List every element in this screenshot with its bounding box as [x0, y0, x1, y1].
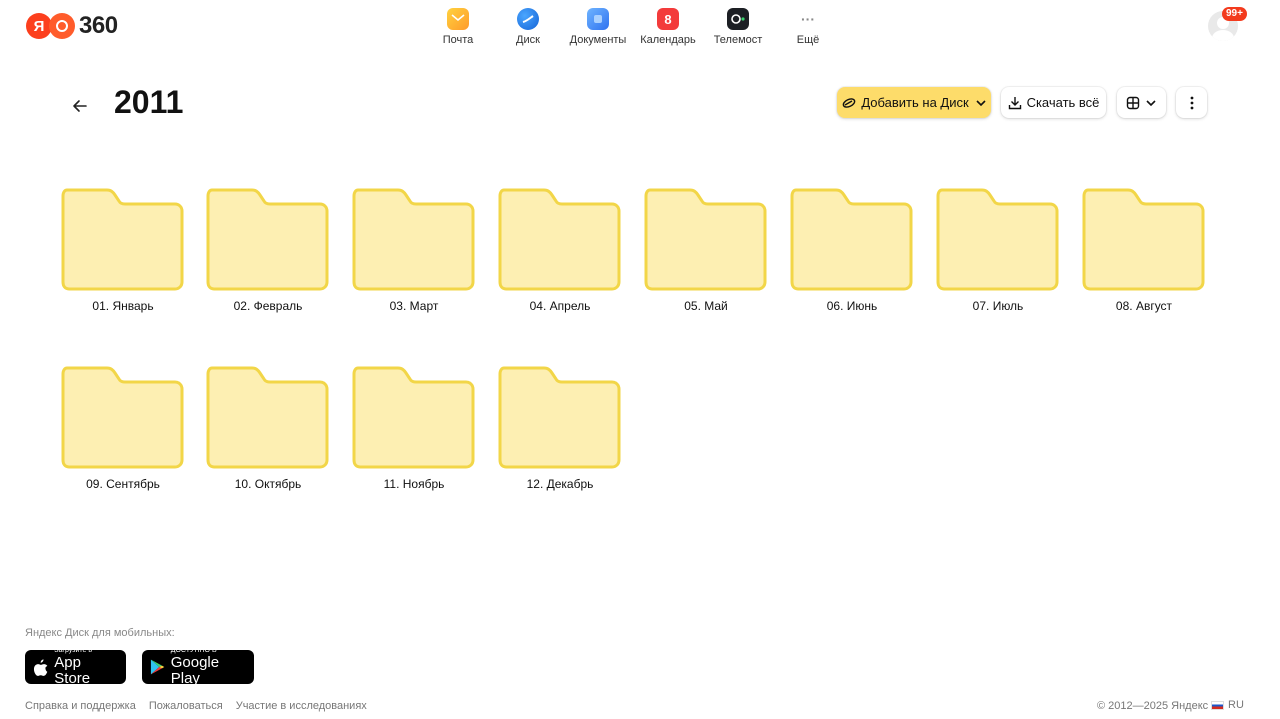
folder-name: 12. Декабрь: [526, 477, 594, 491]
folder-name: 01. Январь: [92, 299, 154, 313]
page-title: 2011: [114, 84, 184, 120]
google-play-icon: [150, 659, 165, 675]
folder-icon: [206, 366, 329, 469]
mobile-apps-label: Яндекс Диск для мобильных:: [25, 627, 175, 639]
service-label: Ещё: [796, 34, 820, 46]
folder-icon: [644, 188, 767, 291]
service-label: Документы: [569, 34, 627, 46]
folder-icon: [352, 366, 475, 469]
folder-icon: [498, 366, 621, 469]
documents-icon: [587, 8, 609, 30]
download-icon: [1008, 96, 1021, 109]
folder-item[interactable]: 01. Январь: [61, 188, 185, 313]
service-telemost[interactable]: Телемост: [703, 8, 773, 46]
notifications-badge[interactable]: 99+: [1222, 7, 1247, 21]
folder-name: 06. Июнь: [826, 299, 878, 313]
folder-icon: [498, 188, 621, 291]
google-play-big-text: Google Play: [170, 654, 220, 687]
calendar-icon: 8: [657, 8, 679, 30]
service-documents[interactable]: Документы: [563, 8, 633, 46]
folder-item[interactable]: 12. Декабрь: [498, 366, 622, 491]
language-label: RU: [1228, 699, 1244, 711]
folder-icon: [352, 188, 475, 291]
footer-links: Справка и поддержка Пожаловаться Участие…: [25, 700, 380, 712]
add-to-disk-button[interactable]: Добавить на Диск: [837, 87, 991, 118]
folder-name: 11. Ноябрь: [383, 477, 445, 491]
apple-icon: [33, 658, 48, 676]
download-all-label: Скачать всё: [1026, 95, 1100, 110]
folder-name: 04. Апрель: [529, 299, 591, 313]
logo-disk-mark: [49, 13, 75, 39]
folder-name: 09. Сентябрь: [86, 477, 160, 491]
language-switcher[interactable]: RU: [1211, 699, 1244, 711]
avatar-body-shape: [1212, 30, 1234, 41]
report-link[interactable]: Пожаловаться: [149, 700, 223, 712]
kebab-menu-icon: [1190, 96, 1193, 109]
folder-name: 05. Май: [684, 299, 728, 313]
folder-item[interactable]: 06. Июнь: [790, 188, 914, 313]
copyright-text: © 2012—2025 Яндекс: [1097, 700, 1209, 712]
service-label: Телемост: [713, 34, 763, 46]
services-bar: Почта Диск Документы 8 Календарь Телемос…: [423, 8, 843, 46]
service-label: Почта: [442, 34, 474, 46]
folder-name: 03. Март: [389, 299, 439, 313]
service-calendar[interactable]: 8 Календарь: [633, 8, 703, 46]
back-arrow-icon[interactable]: [68, 94, 92, 118]
app-store-button[interactable]: Загрузите в App Store: [25, 647, 126, 687]
grid-view-icon: [1126, 96, 1140, 109]
folder-icon: [61, 188, 184, 291]
folder-name: 02. Февраль: [233, 299, 303, 313]
add-to-disk-label: Добавить на Диск: [861, 95, 969, 110]
folder-item[interactable]: 03. Март: [352, 188, 476, 313]
telemost-icon: [727, 8, 749, 30]
folder-name: 10. Октябрь: [234, 477, 302, 491]
folder-icon: [1082, 188, 1205, 291]
folder-icon: [206, 188, 329, 291]
more-icon: ···: [801, 11, 815, 27]
folder-item[interactable]: 11. Ноябрь: [352, 366, 476, 491]
download-all-button[interactable]: Скачать всё: [1001, 87, 1106, 118]
chevron-down-icon: [1146, 99, 1156, 106]
chevron-down-icon: [976, 99, 986, 106]
google-play-text: ДОСТУПНО В Google Play: [171, 647, 246, 687]
service-label: Календарь: [640, 34, 696, 46]
folder-item[interactable]: 02. Февраль: [206, 188, 330, 313]
help-link[interactable]: Справка и поддержка: [25, 700, 136, 712]
folder-name: 08. Август: [1115, 299, 1173, 313]
service-mail[interactable]: Почта: [423, 8, 493, 46]
folder-item[interactable]: 09. Сентябрь: [61, 366, 185, 491]
more-actions-button[interactable]: [1176, 87, 1207, 118]
app-store-big-text: App Store: [54, 654, 91, 687]
folder-name: 07. Июль: [972, 299, 1024, 313]
folder-icon: [790, 188, 913, 291]
research-link[interactable]: Участие в исследованиях: [236, 700, 367, 712]
yandex-360-logo[interactable]: Я 360: [26, 12, 118, 40]
folder-item[interactable]: 04. Апрель: [498, 188, 622, 313]
service-disk[interactable]: Диск: [493, 8, 563, 46]
google-play-button[interactable]: ДОСТУПНО В Google Play: [142, 647, 254, 687]
folder-item[interactable]: 05. Май: [644, 188, 768, 313]
disk-icon: [517, 8, 539, 30]
view-mode-button[interactable]: [1117, 87, 1166, 118]
mail-icon: [447, 8, 469, 30]
folder-item[interactable]: 08. Август: [1082, 188, 1206, 313]
logo-360-text: 360: [79, 12, 118, 39]
folder-icon: [61, 366, 184, 469]
disk-save-icon: [842, 97, 856, 108]
app-store-text: Загрузите в App Store: [54, 647, 118, 687]
folder-item[interactable]: 10. Октябрь: [206, 366, 330, 491]
service-more[interactable]: ··· Ещё: [773, 8, 843, 46]
russia-flag-icon: [1211, 700, 1224, 710]
service-label: Диск: [516, 34, 540, 46]
folder-icon: [936, 188, 1059, 291]
folder-item[interactable]: 07. Июль: [936, 188, 1060, 313]
